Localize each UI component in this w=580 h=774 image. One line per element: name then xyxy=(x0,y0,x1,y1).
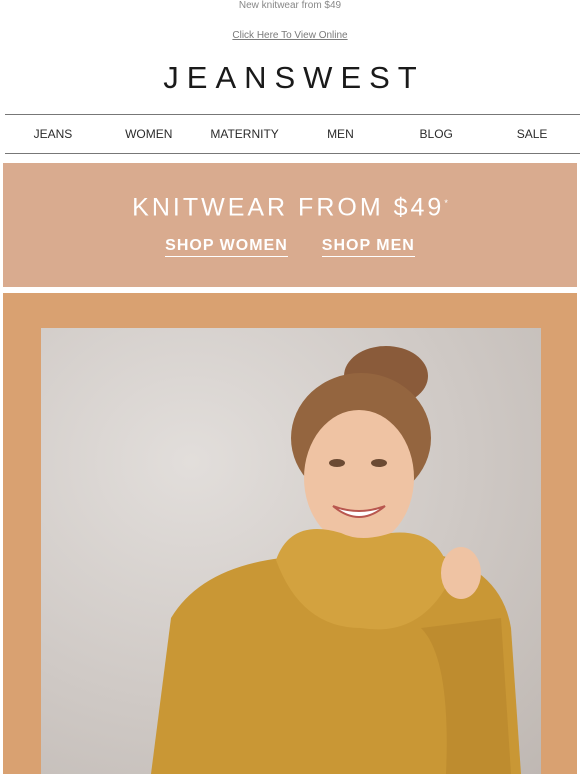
promo-banner: KNITWEAR FROM $49* SHOP WOMEN SHOP MEN xyxy=(3,163,577,287)
hero-image[interactable] xyxy=(41,328,541,774)
jeanswest-logo[interactable]: JEANSWEST xyxy=(0,58,580,98)
view-online-link[interactable]: Click Here To View Online xyxy=(232,30,347,41)
nav-sale[interactable]: SALE xyxy=(484,127,580,141)
promo-title-text: KNITWEAR FROM $49 xyxy=(132,193,445,222)
promo-links: SHOP WOMEN SHOP MEN xyxy=(3,237,577,257)
nav-maternity[interactable]: MATERNITY xyxy=(197,127,293,141)
hero-banner xyxy=(3,293,577,774)
view-online-link-wrap: Click Here To View Online xyxy=(0,29,580,43)
right-eye xyxy=(371,459,387,467)
preheader-text: New knitwear from $49 xyxy=(238,0,342,11)
main-nav: JEANS WOMEN MATERNITY MEN BLOG SALE xyxy=(5,114,580,154)
promo-title: KNITWEAR FROM $49* xyxy=(3,188,577,222)
promo-title-asterisk: * xyxy=(444,198,448,208)
shop-men-link[interactable]: SHOP MEN xyxy=(321,237,415,257)
face xyxy=(304,410,414,546)
hand xyxy=(441,547,481,599)
nav-jeans[interactable]: JEANS xyxy=(5,127,101,141)
nav-men[interactable]: MEN xyxy=(292,127,388,141)
hero-illustration xyxy=(151,346,521,774)
left-eye xyxy=(329,459,345,467)
nav-women[interactable]: WOMEN xyxy=(101,127,197,141)
shop-women-link[interactable]: SHOP WOMEN xyxy=(165,237,288,257)
nav-blog[interactable]: BLOG xyxy=(388,127,484,141)
